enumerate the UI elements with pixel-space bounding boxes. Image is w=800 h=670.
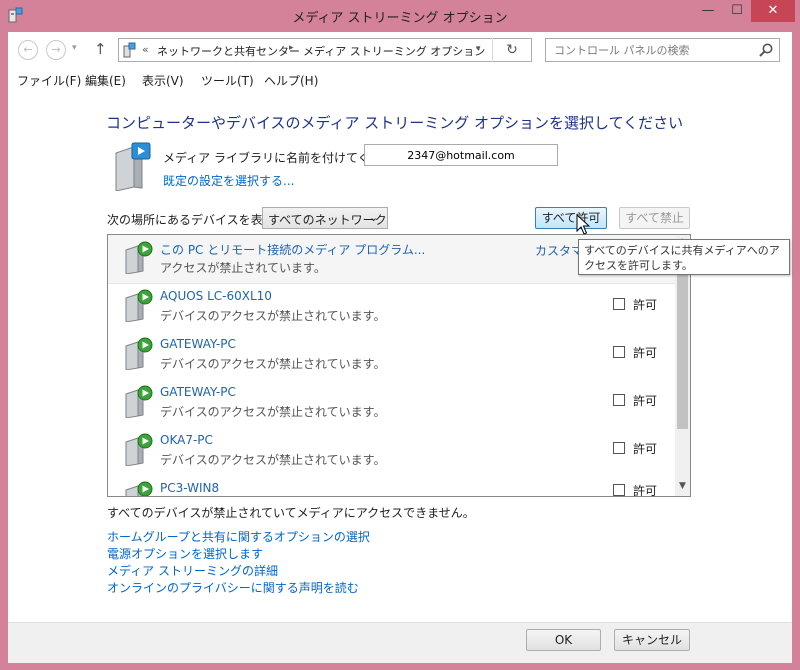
- breadcrumb-overflow[interactable]: «: [142, 43, 149, 56]
- page-heading: コンピューターやデバイスのメディア ストリーミング オプションを選択してください: [106, 114, 684, 132]
- dialog-footer: OK キャンセル: [8, 622, 792, 663]
- device-row-oka7[interactable]: OKA7-PC デバイスのアクセスが禁止されています。 許可: [108, 427, 675, 475]
- refresh-icon: ↻: [506, 42, 518, 58]
- device-status: デバイスのアクセスが禁止されています。: [160, 309, 386, 323]
- allow-checkbox[interactable]: [613, 394, 625, 406]
- homegroup-options-link[interactable]: ホームグループと共有に関するオプションの選択: [107, 529, 370, 546]
- menu-help[interactable]: ヘルプ(H): [264, 72, 318, 89]
- chevron-down-icon: ⌄: [369, 211, 379, 224]
- control-panel-icon: [123, 42, 136, 58]
- device-icon: [125, 385, 153, 418]
- device-name[interactable]: OKA7-PC: [160, 433, 213, 447]
- allow-checkbox[interactable]: [613, 298, 625, 310]
- device-row-pc3-win8[interactable]: PC3-WIN8 許可: [108, 475, 675, 496]
- mouse-cursor-icon: [576, 214, 590, 235]
- allow-checkbox-label[interactable]: 許可: [633, 296, 657, 313]
- search-box[interactable]: [545, 38, 780, 62]
- device-name[interactable]: AQUOS LC-60XL10: [160, 289, 272, 303]
- device-name[interactable]: GATEWAY-PC: [160, 385, 236, 399]
- allow-checkbox[interactable]: [613, 484, 625, 496]
- device-status: デバイスのアクセスが禁止されています。: [160, 357, 386, 371]
- menu-tools[interactable]: ツール(T): [201, 72, 254, 89]
- forward-button[interactable]: →: [46, 40, 66, 60]
- device-row-gateway-2[interactable]: GATEWAY-PC デバイスのアクセスが禁止されています。 許可: [108, 379, 675, 427]
- device-name[interactable]: PC3-WIN8: [160, 481, 219, 495]
- menu-file[interactable]: ファイル(F): [17, 72, 81, 89]
- address-toolbar: ← → ▾ ↑ « ネットワークと共有センター ▸ メディア ストリーミング オ…: [8, 32, 792, 68]
- arrow-right-icon: →: [51, 43, 61, 56]
- related-links: ホームグループと共有に関するオプションの選択 電源オプションを選択します メディ…: [107, 529, 370, 597]
- device-row-gateway-1[interactable]: GATEWAY-PC デバイスのアクセスが禁止されています。 許可: [108, 331, 675, 379]
- allow-checkbox-label[interactable]: 許可: [633, 392, 657, 409]
- block-all-button: すべて禁止: [619, 207, 690, 229]
- title-bar[interactable]: メディア ストリーミング オプション — ☐ ✕: [0, 0, 800, 32]
- allow-all-button[interactable]: すべて許可: [535, 207, 607, 229]
- access-summary: すべてのデバイスが禁止されていてメディアにアクセスできません。: [107, 506, 475, 520]
- device-name[interactable]: この PC とリモート接続のメディア プログラム...: [160, 241, 425, 258]
- menu-bar: ファイル(F) 編集(E) 表示(V) ツール(T) ヘルプ(H): [8, 68, 792, 93]
- media-library-icon: [115, 142, 151, 191]
- device-icon: [125, 289, 153, 322]
- search-icon[interactable]: [758, 42, 774, 58]
- media-streaming-details-link[interactable]: メディア ストリーミングの詳細: [107, 563, 370, 580]
- address-dropdown-icon[interactable]: ▾: [476, 44, 481, 54]
- menu-view[interactable]: 表示(V): [142, 72, 184, 89]
- device-status: デバイスのアクセスが禁止されています。: [160, 405, 386, 419]
- power-options-link[interactable]: 電源オプションを選択します: [107, 546, 370, 563]
- maximize-button[interactable]: ☐: [723, 0, 751, 22]
- privacy-statement-link[interactable]: オンラインのプライバシーに関する声明を読む: [107, 580, 370, 597]
- breadcrumb-separator-icon[interactable]: ▸: [289, 43, 294, 53]
- device-status: デバイスのアクセスが禁止されています。: [160, 453, 386, 467]
- device-icon: [125, 433, 153, 466]
- ok-button[interactable]: OK: [526, 629, 601, 651]
- allow-checkbox-label[interactable]: 許可: [633, 440, 657, 457]
- device-name[interactable]: GATEWAY-PC: [160, 337, 236, 351]
- choose-defaults-link[interactable]: 既定の設定を選択する...: [163, 172, 294, 189]
- device-icon: [125, 481, 153, 496]
- refresh-button[interactable]: ↻: [492, 38, 531, 62]
- close-button[interactable]: ✕: [751, 0, 795, 22]
- client-area: ← → ▾ ↑ « ネットワークと共有センター ▸ メディア ストリーミング オ…: [8, 32, 792, 663]
- scroll-down-arrow-icon[interactable]: ▼: [675, 481, 690, 491]
- window: メディア ストリーミング オプション — ☐ ✕ ← → ▾ ↑ « ネットワー…: [0, 0, 800, 670]
- network-select[interactable]: すべてのネットワーク ⌄: [262, 207, 388, 229]
- breadcrumb-network-sharing-center[interactable]: ネットワークと共有センター: [157, 43, 300, 59]
- window-title: メディア ストリーミング オプション: [292, 11, 508, 26]
- arrow-up-icon: ↑: [94, 40, 107, 58]
- breadcrumb-media-streaming-options[interactable]: メディア ストリーミング オプション: [303, 43, 485, 59]
- minimize-button[interactable]: —: [693, 0, 723, 22]
- scroll-thumb[interactable]: [677, 253, 688, 429]
- menu-edit[interactable]: 編集(E): [85, 72, 126, 89]
- media-program-icon: [125, 241, 153, 274]
- show-devices-label: 次の場所にあるデバイスを表示:: [107, 213, 279, 227]
- main-content: コンピューターやデバイスのメディア ストリーミング オプションを選択してください…: [8, 92, 792, 622]
- library-name-input[interactable]: [364, 144, 558, 166]
- back-button[interactable]: ←: [18, 40, 38, 60]
- allow-checkbox-label[interactable]: 許可: [633, 482, 657, 496]
- allow-checkbox[interactable]: [613, 442, 625, 454]
- address-box[interactable]: « ネットワークと共有センター ▸ メディア ストリーミング オプション ▾ ↻: [118, 38, 532, 62]
- up-button[interactable]: ↑: [94, 40, 107, 58]
- allow-all-tooltip: すべてのデバイスに共有メディアへのアクセスを許可します。: [578, 239, 790, 275]
- allow-checkbox[interactable]: [613, 346, 625, 358]
- allow-checkbox-label[interactable]: 許可: [633, 344, 657, 361]
- chevron-down-icon: ▾: [72, 43, 77, 53]
- arrow-left-icon: ←: [23, 43, 33, 56]
- device-status: アクセスが禁止されています。: [160, 261, 326, 275]
- cancel-button[interactable]: キャンセル: [614, 629, 690, 651]
- device-row-aquos[interactable]: AQUOS LC-60XL10 デバイスのアクセスが禁止されています。 許可: [108, 283, 675, 331]
- recent-locations-dropdown[interactable]: ▾: [72, 43, 77, 53]
- search-input[interactable]: [546, 39, 754, 61]
- device-icon: [125, 337, 153, 370]
